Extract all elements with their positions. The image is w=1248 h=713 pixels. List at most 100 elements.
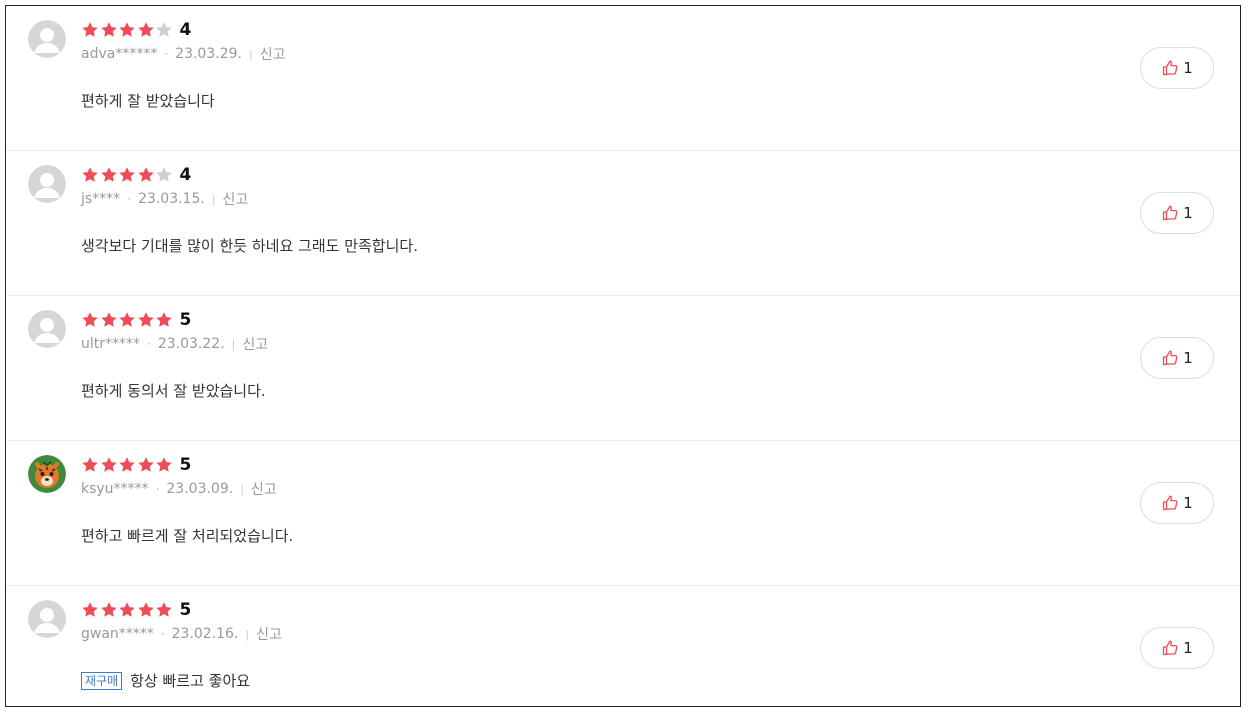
star-filled-icon: [119, 602, 135, 617]
tiger-avatar-icon: [28, 455, 66, 493]
separator-dot: ·: [147, 337, 151, 351]
rating-score: 4: [179, 165, 192, 185]
star-filled-icon: [82, 312, 98, 327]
review-item: 5 ksyu***** · 23.03.09. | 신고 편하고 빠르게 잘 처…: [6, 441, 1240, 586]
review-date: 23.02.16.: [171, 626, 239, 642]
review-body: 편하고 빠르게 잘 처리되었습니다.: [81, 525, 293, 546]
review-meta: ksyu***** · 23.03.09. | 신고: [81, 479, 277, 499]
separator-bar: |: [245, 627, 250, 641]
thumbs-up-icon: [1161, 494, 1183, 512]
like-button[interactable]: 1: [1140, 482, 1214, 524]
separator-bar: |: [231, 337, 236, 351]
thumbs-up-icon: [1161, 349, 1183, 367]
like-count: 1: [1183, 204, 1193, 222]
star-filled-icon: [137, 312, 154, 327]
star-filled-icon: [100, 457, 117, 472]
star-filled-icon: [100, 22, 117, 37]
star-filled-icon: [137, 22, 154, 37]
report-link[interactable]: 신고: [242, 334, 268, 354]
star-empty-icon: [156, 22, 172, 37]
review-date: 23.03.22.: [157, 336, 225, 352]
like-count: 1: [1183, 639, 1193, 657]
separator-dot: ·: [164, 47, 169, 61]
star-rating: [81, 601, 174, 619]
like-button[interactable]: 1: [1140, 627, 1214, 669]
rating-score: 5: [179, 455, 192, 475]
thumbs-up-icon: [1161, 204, 1183, 222]
review-text: 항상 빠르고 좋아요: [130, 672, 251, 690]
star-filled-icon: [82, 602, 98, 617]
rating: 4: [81, 19, 191, 41]
rating: 5: [81, 454, 191, 476]
reviewer-name: js****: [81, 191, 121, 207]
review-meta: js**** · 23.03.15. | 신고: [81, 189, 248, 209]
review-date: 23.03.15.: [138, 191, 205, 207]
review-list: 4 adva****** · 23.03.29. | 신고 편하게 잘 받았습니…: [5, 5, 1241, 707]
like-count: 1: [1183, 494, 1193, 512]
star-empty-icon: [156, 167, 172, 182]
review-text: 생각보다 기대를 많이 한듯 하네요 그래도 만족합니다.: [81, 237, 418, 255]
report-link[interactable]: 신고: [251, 479, 277, 499]
thumbs-up-icon: [1161, 639, 1183, 657]
star-filled-icon: [82, 457, 98, 472]
default-avatar-icon: [28, 600, 66, 638]
separator-bar: |: [248, 47, 253, 61]
review-meta: ultr***** · 23.03.22. | 신고: [81, 334, 268, 354]
star-filled-icon: [82, 167, 98, 182]
reviewer-name: gwan*****: [81, 626, 154, 642]
review-date: 23.03.29.: [175, 46, 242, 62]
star-filled-icon: [100, 167, 117, 182]
star-filled-icon: [156, 312, 172, 327]
rating: 4: [81, 164, 191, 186]
report-link[interactable]: 신고: [256, 624, 282, 644]
star-filled-icon: [137, 457, 154, 472]
like-count: 1: [1183, 349, 1193, 367]
reviewer-name: ksyu*****: [81, 481, 149, 497]
star-filled-icon: [156, 602, 172, 617]
review-text: 편하고 빠르게 잘 처리되었습니다.: [81, 527, 294, 545]
star-rating: [81, 21, 174, 39]
review-text: 편하게 동의서 잘 받았습니다.: [81, 382, 266, 400]
star-rating: [81, 456, 174, 474]
review-meta: gwan***** · 23.02.16. | 신고: [81, 624, 282, 644]
star-filled-icon: [119, 22, 135, 37]
report-link[interactable]: 신고: [223, 189, 249, 209]
rating: 5: [81, 309, 191, 331]
star-filled-icon: [137, 167, 154, 182]
review-item: 4 js**** · 23.03.15. | 신고 생각보다 기대를 많이 한듯…: [6, 151, 1240, 296]
star-filled-icon: [119, 167, 135, 182]
like-count: 1: [1183, 59, 1193, 77]
separator-dot: ·: [155, 482, 160, 496]
rating-score: 5: [179, 600, 192, 620]
separator-dot: ·: [160, 627, 165, 641]
star-filled-icon: [100, 602, 117, 617]
like-button[interactable]: 1: [1140, 192, 1214, 234]
review-body: 생각보다 기대를 많이 한듯 하네요 그래도 만족합니다.: [81, 235, 418, 256]
star-filled-icon: [119, 457, 135, 472]
default-avatar-icon: [28, 310, 66, 348]
rating: 5: [81, 599, 191, 621]
repurchase-badge: 재구매: [81, 671, 123, 690]
star-filled-icon: [119, 312, 135, 327]
default-avatar-icon: [28, 165, 66, 203]
star-rating: [81, 166, 174, 184]
star-filled-icon: [137, 602, 154, 617]
report-link[interactable]: 신고: [260, 44, 286, 64]
like-button[interactable]: 1: [1140, 337, 1214, 379]
rating-score: 4: [179, 20, 192, 40]
separator-dot: ·: [127, 192, 132, 206]
reviewer-name: ultr*****: [81, 336, 141, 352]
default-avatar-icon: [28, 20, 66, 58]
review-meta: adva****** · 23.03.29. | 신고: [81, 44, 285, 64]
review-item: 4 adva****** · 23.03.29. | 신고 편하게 잘 받았습니…: [6, 6, 1240, 151]
review-text: 편하게 잘 받았습니다: [81, 92, 215, 110]
star-filled-icon: [82, 22, 98, 37]
review-body: 편하게 동의서 잘 받았습니다.: [81, 380, 266, 401]
review-item: 5 gwan***** · 23.02.16. | 신고 재구매 항상 빠르고 …: [6, 586, 1240, 706]
like-button[interactable]: 1: [1140, 47, 1214, 89]
star-filled-icon: [156, 457, 172, 472]
review-item: 5 ultr***** · 23.03.22. | 신고 편하게 동의서 잘 받…: [6, 296, 1240, 441]
star-filled-icon: [100, 312, 117, 327]
separator-bar: |: [211, 192, 216, 206]
separator-bar: |: [240, 482, 244, 496]
